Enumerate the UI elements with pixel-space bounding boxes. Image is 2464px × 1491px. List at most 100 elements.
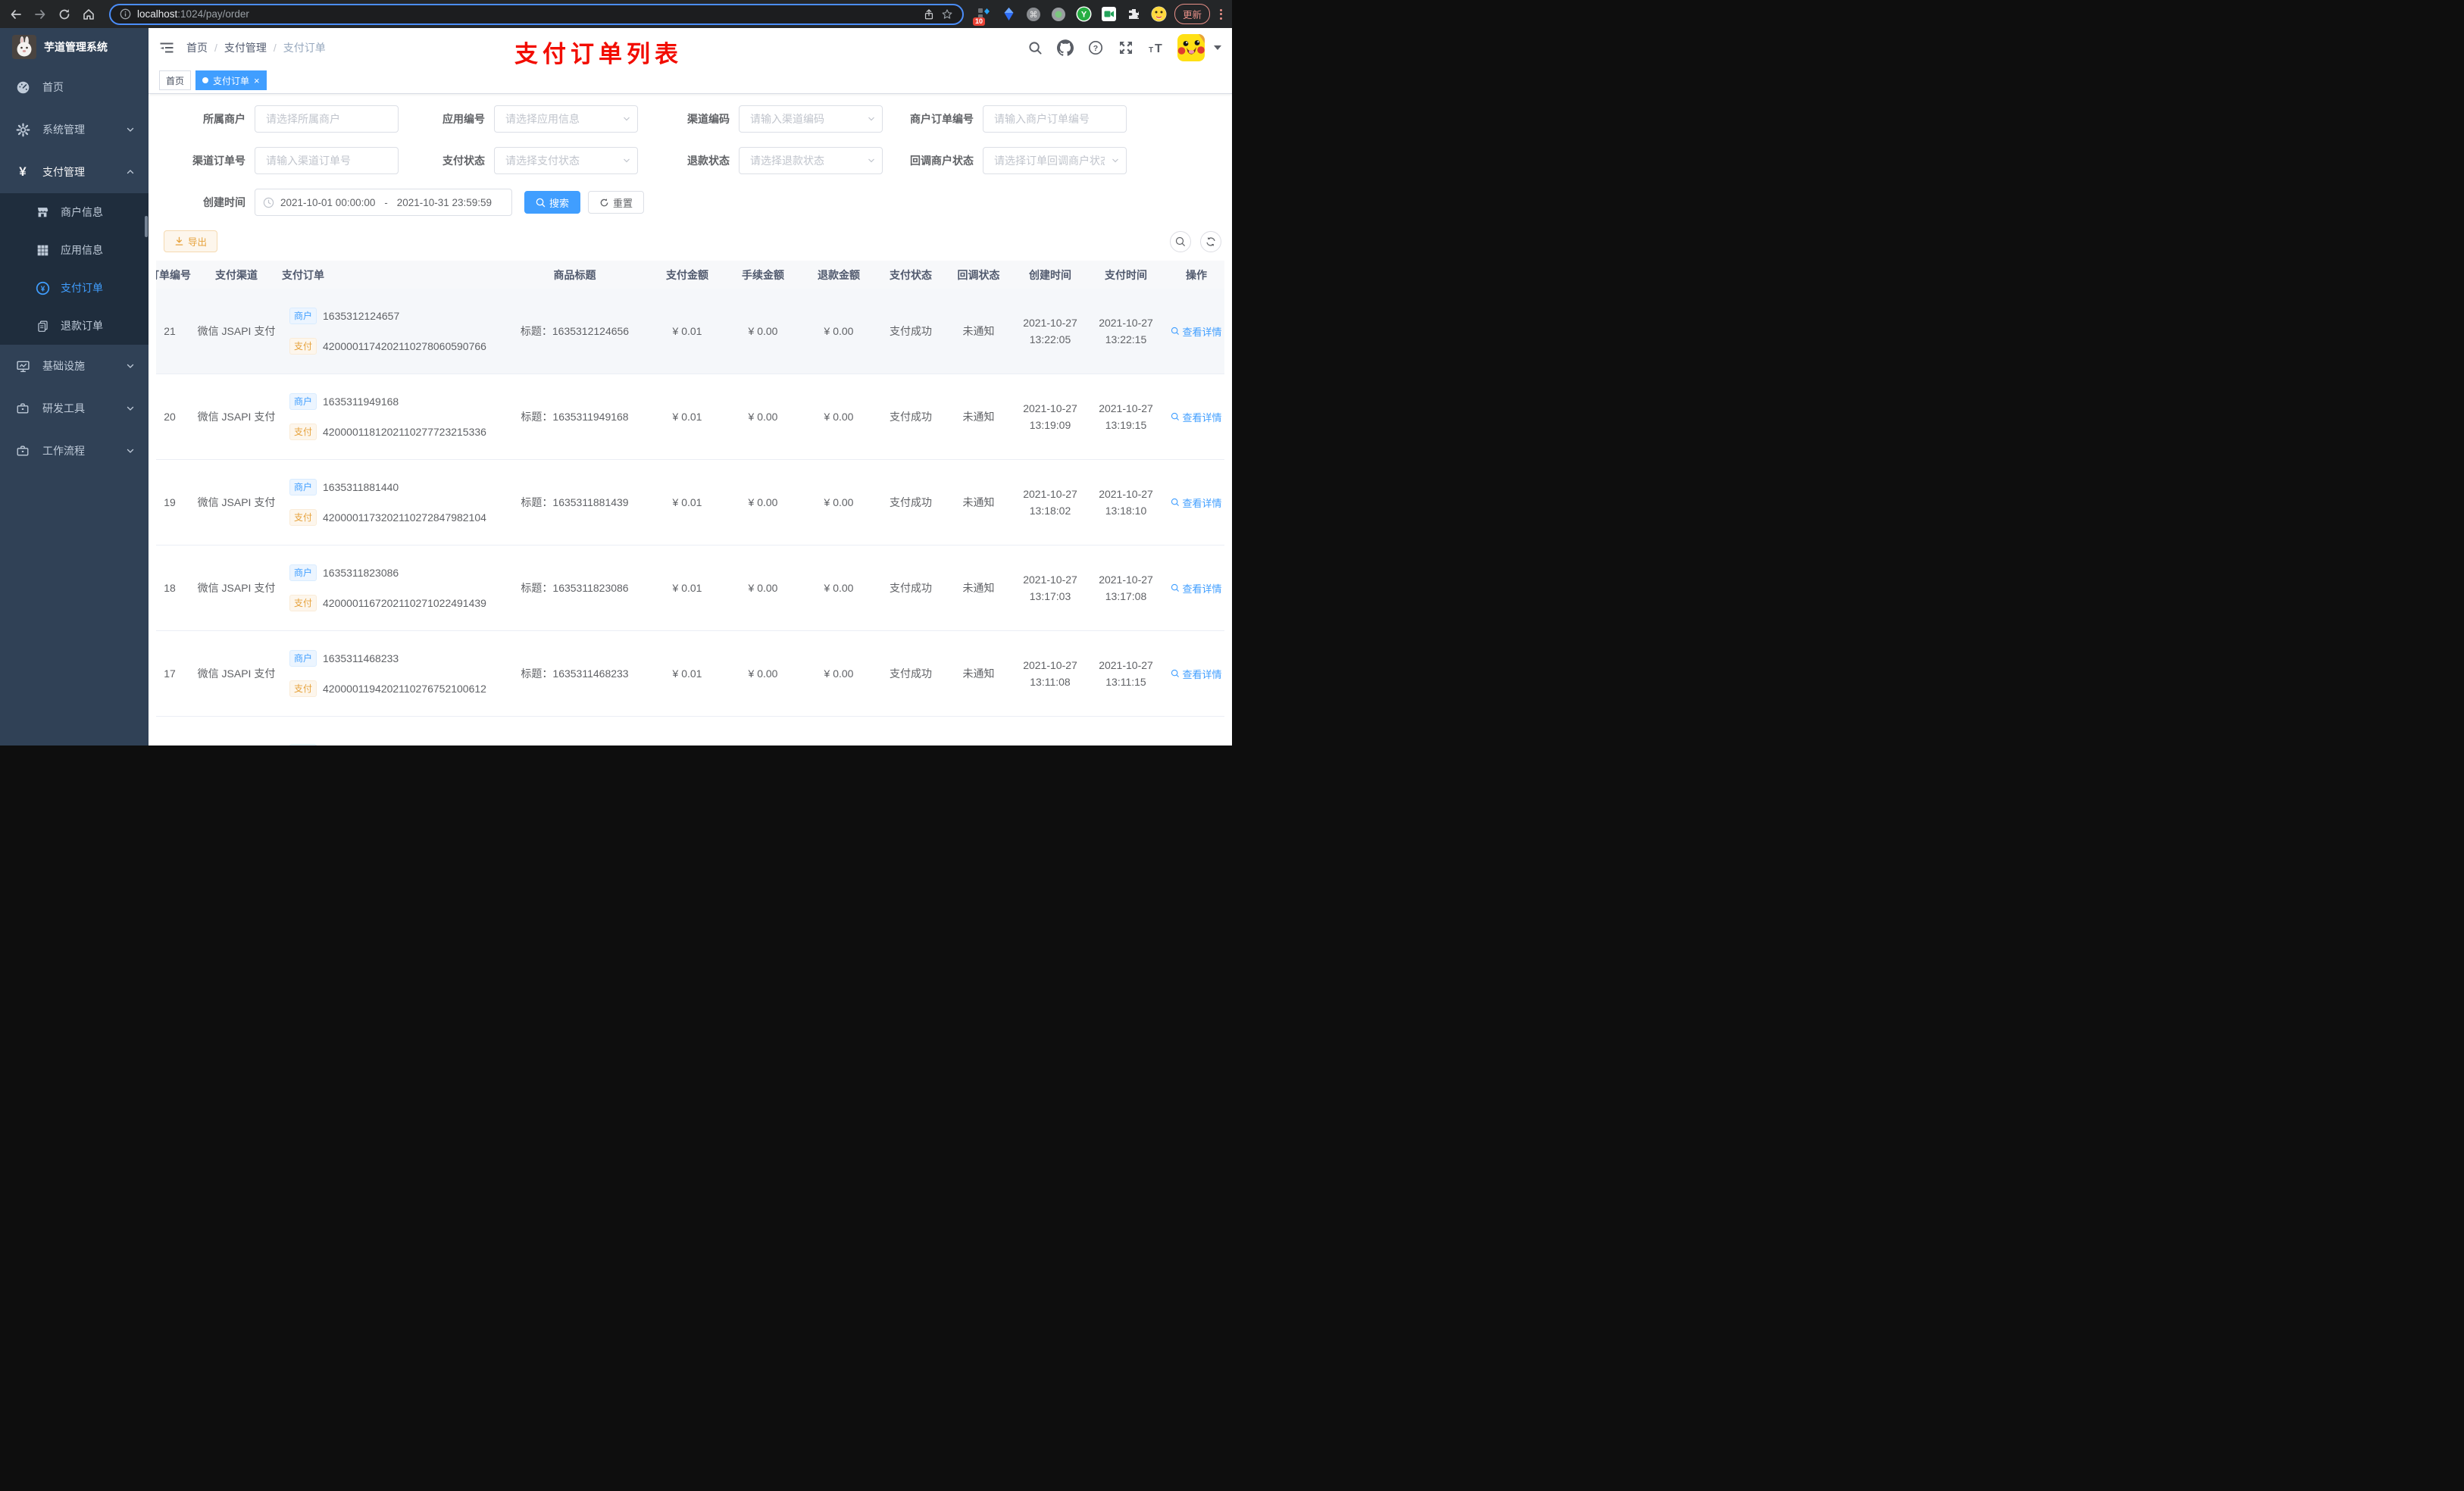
table-row[interactable]: 19 微信 JSAPI 支付 商户 1635311881440 支付 4200001… [156,459,1224,545]
cell-refund: ¥ 0.00 [801,374,877,460]
pay-tag: 支付 [289,595,317,611]
sidebar-item-workflow[interactable]: 工作流程 [0,430,149,472]
back-icon[interactable] [8,6,24,23]
user-avatar[interactable] [1177,34,1205,61]
cell-status: 支付成功 [877,289,945,374]
search-button[interactable]: 搜索 [524,191,581,214]
table-row[interactable]: 20 微信 JSAPI 支付 商户 1635311949168 支付 4200001… [156,374,1224,460]
sidebar-item-home[interactable]: 首页 [0,66,149,108]
table-row-partial[interactable]: 商户1635311454796 [156,716,1224,746]
sidebar-item-system[interactable]: 系统管理 [0,108,149,151]
cell-notify: 未通知 [945,289,1012,374]
sidebar-scrollbar[interactable] [145,216,148,237]
cell-id: 19 [156,459,191,545]
reload-icon[interactable] [56,6,73,23]
sidebar-item-infra[interactable]: 基础设施 [0,345,149,387]
profile-avatar-icon[interactable] [1151,6,1167,22]
merchant-input[interactable] [255,105,399,133]
extension-command-icon[interactable]: ⌘ [1026,6,1042,22]
cell-status: 支付成功 [877,545,945,631]
export-button[interactable]: 导出 [164,230,218,252]
fullscreen-icon[interactable] [1117,39,1135,57]
merchant-no: 1635311949168 [323,395,399,408]
cell-refund: ¥ 0.00 [801,545,877,631]
view-detail-link[interactable]: 查看详情 [1171,667,1222,681]
share-icon[interactable] [923,8,935,20]
extensions-puzzle-icon[interactable] [1126,6,1142,22]
table-row[interactable]: 17 微信 JSAPI 支付 商户 1635311468233 支付 4200001… [156,630,1224,717]
app-select[interactable] [494,105,638,133]
home-icon[interactable] [80,6,97,23]
table-row[interactable]: 21 微信 JSAPI 支付 商户 1635312124657 支付 4200001… [156,289,1224,374]
sidebar-item-app-info[interactable]: 应用信息 [0,231,149,269]
view-detail-link[interactable]: 查看详情 [1171,495,1222,510]
cell-fee [725,716,801,746]
cell-title: 标题：1635311823086 [500,545,649,631]
merchant-tag: 商户 [289,393,317,410]
cell-title [500,716,649,746]
bookmark-star-icon[interactable] [941,8,953,20]
cell-fee: ¥ 0.00 [725,545,801,631]
table-header-row: 订单编号 支付渠道 支付订单 商品标题 支付金额 手续金额 退款金额 支付状态 … [156,261,1224,289]
toggle-search-button[interactable] [1170,230,1191,252]
page-info-icon[interactable] [120,8,131,20]
sidebar-collapse-icon[interactable] [159,39,176,56]
search-icon[interactable] [1026,39,1044,57]
sidebar-logo[interactable]: 芋道管理系统 [0,28,149,66]
table-row[interactable]: 18 微信 JSAPI 支付 商户 1635311823086 支付 4200001… [156,545,1224,631]
filter-label-notify-status: 回调商户状态 [910,155,974,167]
cell-paid: 2021-10-27 13:18:10 [1088,459,1164,545]
tag-home[interactable]: 首页 [159,70,192,90]
cell-channel: 微信 JSAPI 支付 [191,545,282,631]
refund-status-select[interactable] [739,147,883,174]
tag-pay-order[interactable]: 支付订单 × [195,70,267,90]
channel-order-no-input[interactable] [255,147,399,174]
sidebar-item-refund-order[interactable]: 退款订单 [0,307,149,345]
cell-refund [801,716,877,746]
notify-status-select[interactable] [983,147,1127,174]
sidebar-item-pay-order[interactable]: ¥ 支付订单 [0,269,149,307]
url-bar[interactable]: localhost:1024/pay/order [109,3,964,25]
svg-text:⌘: ⌘ [1030,10,1038,20]
pay-no: 4200001167202110271022491439 [323,597,486,609]
github-icon[interactable] [1056,39,1074,57]
extension-record-icon[interactable] [1051,6,1067,22]
merchant-order-no-input[interactable] [983,105,1127,133]
browser-menu-icon[interactable] [1218,8,1224,20]
extension-y-icon[interactable]: Y [1076,6,1092,22]
sidebar-item-devtool[interactable]: 研发工具 [0,387,149,430]
cell-created: 2021-10-27 13:19:09 [1012,374,1088,460]
chevron-down-icon [127,449,134,453]
breadcrumb-pay[interactable]: 支付管理 [224,40,267,55]
extension-kite-icon[interactable] [1001,6,1017,22]
sidebar-item-merchant-info[interactable]: 商户信息 [0,193,149,231]
search-icon [1171,327,1180,335]
help-icon[interactable]: ? [1087,39,1105,57]
sidebar-item-pay[interactable]: ¥ 支付管理 [0,151,149,193]
tag-close-icon[interactable]: × [254,76,260,86]
pay-status-select[interactable] [494,147,638,174]
refresh-table-button[interactable] [1200,230,1221,252]
view-detail-link[interactable]: 查看详情 [1171,324,1222,339]
date-end[interactable]: 2021-10-31 23:59:59 [397,197,492,208]
cell-created [1012,716,1088,746]
reset-button[interactable]: 重置 [588,191,645,214]
cell-created: 2021-10-27 13:11:08 [1012,630,1088,717]
channel-code-select[interactable] [739,105,883,133]
pay-no: 4200001174202110278060590766 [323,340,486,352]
update-button[interactable]: 更新 [1174,4,1210,24]
avatar-caret-icon[interactable] [1214,45,1221,50]
forward-icon[interactable] [32,6,48,23]
cell-amount: ¥ 0.01 [649,630,725,717]
cell-notify: 未通知 [945,459,1012,545]
view-detail-link[interactable]: 查看详情 [1171,581,1222,595]
date-start[interactable]: 2021-10-01 00:00:00 [280,197,375,208]
view-detail-link[interactable]: 查看详情 [1171,410,1222,424]
cell-channel: 微信 JSAPI 支付 [191,630,282,717]
extension-meet-icon[interactable] [1101,6,1117,22]
date-range-picker[interactable]: 2021-10-01 00:00:00 - 2021-10-31 23:59:5… [255,189,512,216]
cell-channel: 微信 JSAPI 支付 [191,289,282,374]
font-size-icon[interactable]: TT [1147,39,1165,57]
breadcrumb-home[interactable]: 首页 [186,40,208,55]
extension-grid-icon[interactable]: 10 [972,6,992,26]
